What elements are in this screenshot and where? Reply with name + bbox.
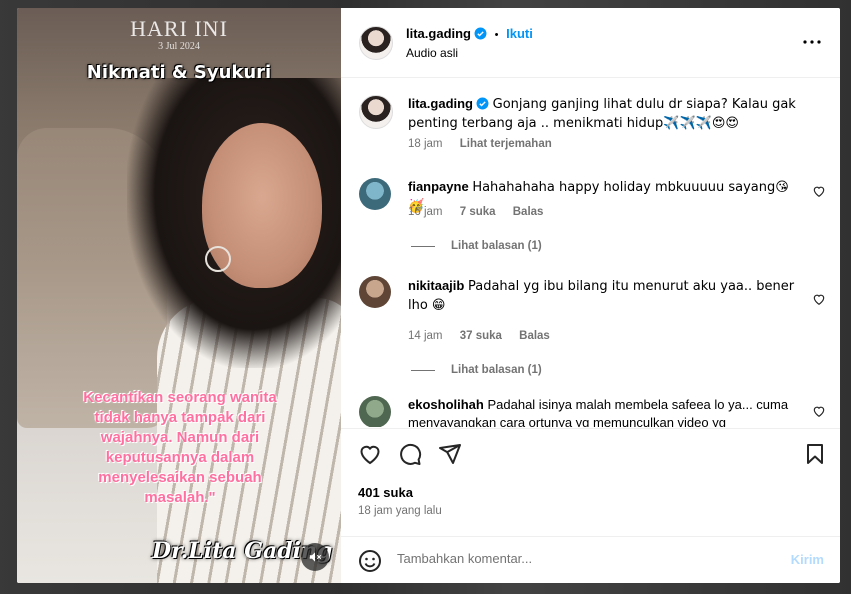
video-overlay-date: 3 Jul 2024 <box>158 41 200 52</box>
video-headline: Nikmati & Syukuri <box>86 62 272 83</box>
header-username[interactable]: lita.gading <box>406 26 471 41</box>
reply-button[interactable]: Balas <box>513 206 544 218</box>
replies-divider <box>411 245 435 247</box>
muted-speaker-icon <box>309 552 322 562</box>
verified-badge-icon <box>474 27 487 40</box>
caption-username[interactable]: lita.gading <box>408 96 473 111</box>
comment-time: 16 jam <box>408 206 443 218</box>
header-separator: • <box>494 29 499 41</box>
comment-text-row: nikitaajib Padahal yg ibu bilang itu men… <box>408 277 800 315</box>
view-replies-label: Lihat balasan (1) <box>451 240 542 252</box>
comment-text-row: ekosholihah Padahal isinya malah membela… <box>408 396 800 427</box>
reply-button[interactable]: Balas <box>519 330 550 342</box>
post-comment-button[interactable]: Kirim <box>791 552 824 567</box>
comment-text: Padahal yg ibu bilang itu menurut aku ya… <box>408 279 795 313</box>
post-modal: HARI INI 3 Jul 2024 Nikmati & Syukuri Ke… <box>17 8 840 583</box>
video-quote: Kecantikan seorang wanita tidak hanya ta… <box>83 389 277 506</box>
comment-item: ekosholihah Padahal isinya malah membela… <box>341 394 840 427</box>
comment-time: 14 jam <box>408 330 443 342</box>
more-options-icon <box>803 40 821 44</box>
comment-avatar[interactable] <box>359 396 391 427</box>
comment-meta: 16 jam 7 suka Balas <box>408 206 557 218</box>
caption-text-row: lita.gading Gonjang ganjing lihat dulu d… <box>408 95 800 133</box>
save-bookmark-icon[interactable] <box>803 442 827 466</box>
like-heart-icon[interactable] <box>358 442 382 466</box>
view-replies-label: Lihat balasan (1) <box>451 364 542 376</box>
like-comment-heart-icon[interactable] <box>812 184 826 198</box>
caption-time: 18 jam <box>408 138 443 150</box>
verified-badge-icon <box>476 97 489 110</box>
comment-likes[interactable]: 37 suka <box>460 330 502 342</box>
video-overlay-title: HARI INI <box>130 16 228 41</box>
follow-button[interactable]: Ikuti <box>506 26 533 41</box>
post-side-panel: lita.gading • Ikuti Audio asli lita.gadi… <box>341 8 840 583</box>
original-audio-link[interactable]: Audio asli <box>406 46 458 60</box>
comment-meta: 14 jam 37 suka Balas <box>408 330 564 342</box>
more-options-button[interactable] <box>800 32 824 52</box>
post-time-ago: 18 jam yang lalu <box>358 505 442 517</box>
caption-meta: 18 jam Lihat terjemahan <box>408 138 566 150</box>
comment-input[interactable]: Tambahkan komentar... <box>397 551 532 566</box>
add-comment-bar: Tambahkan komentar... Kirim <box>341 536 840 583</box>
header-user-row: lita.gading • Ikuti <box>406 26 533 41</box>
likes-count[interactable]: 401 suka <box>358 485 413 500</box>
post-header: lita.gading • Ikuti Audio asli <box>341 8 840 78</box>
comment-bubble-icon[interactable] <box>398 442 422 466</box>
post-video[interactable]: HARI INI 3 Jul 2024 Nikmati & Syukuri Ke… <box>17 8 341 583</box>
like-comment-heart-icon[interactable] <box>812 404 826 418</box>
comment-likes[interactable]: 7 suka <box>460 206 496 218</box>
share-send-icon[interactable] <box>438 442 462 466</box>
comment-username[interactable]: ekosholihah <box>408 397 484 412</box>
like-comment-heart-icon[interactable] <box>812 292 826 306</box>
comment-username[interactable]: nikitaajib <box>408 278 464 293</box>
author-avatar[interactable] <box>359 26 393 60</box>
caption-avatar[interactable] <box>359 95 393 129</box>
view-replies-button[interactable]: Lihat balasan (1) <box>411 364 542 376</box>
comment-avatar[interactable] <box>359 276 391 308</box>
see-translation-link[interactable]: Lihat terjemahan <box>460 138 552 150</box>
replies-divider <box>411 369 435 371</box>
post-actions: 401 suka 18 jam yang lalu <box>341 428 840 537</box>
emoji-picker-icon[interactable] <box>358 549 382 573</box>
comment-username[interactable]: fianpayne <box>408 179 469 194</box>
mute-button[interactable] <box>301 543 329 571</box>
video-earring <box>205 246 231 272</box>
comment-avatar[interactable] <box>359 178 391 210</box>
view-replies-button[interactable]: Lihat balasan (1) <box>411 240 542 252</box>
